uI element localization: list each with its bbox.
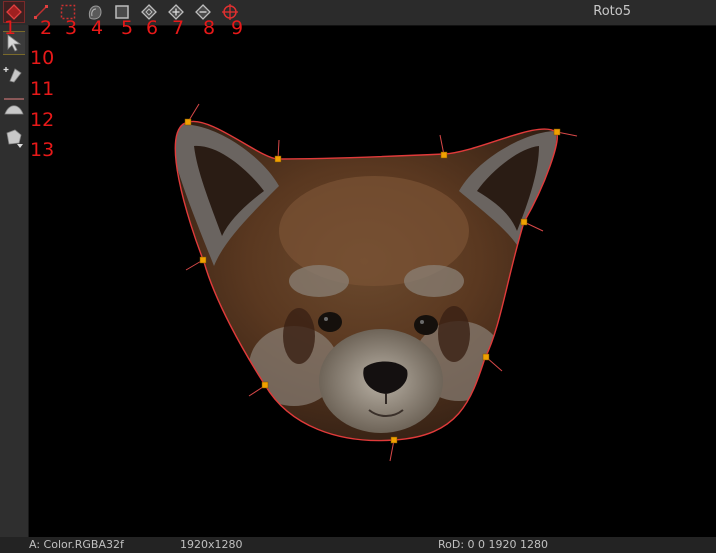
control-point[interactable] — [261, 381, 269, 389]
left-tool-sidebar — [0, 25, 29, 537]
diamond-outline-icon — [141, 4, 157, 20]
diamond-plus-icon — [168, 4, 184, 20]
feather-tool-button[interactable] — [84, 1, 106, 23]
control-point[interactable] — [184, 118, 192, 126]
channel-info: A: Color.RGBA32f — [29, 538, 124, 551]
open-spline-icon — [34, 5, 48, 19]
rectangle-select-tool-button[interactable] — [57, 1, 79, 23]
top-toolbar: Roto5 — [0, 0, 716, 26]
square-icon — [115, 5, 129, 19]
add-point-tool-button[interactable] — [165, 1, 187, 23]
control-point[interactable] — [553, 128, 561, 136]
bezier-curve-icon — [4, 98, 24, 115]
diamond-shape-icon — [6, 4, 22, 20]
dashed-rectangle-icon — [60, 4, 76, 20]
control-point[interactable] — [390, 436, 398, 444]
point-edit-tool-button[interactable] — [3, 63, 25, 85]
shape-dropdown-icon — [6, 129, 23, 148]
open-spline-tool-button[interactable] — [30, 1, 52, 23]
resolution-info: 1920x1280 — [180, 538, 243, 551]
pen-plus-icon — [3, 67, 22, 83]
paint-tool-button[interactable] — [3, 127, 25, 149]
add-shape-tool-button[interactable] — [3, 1, 25, 23]
node-name-label: Roto5 — [593, 4, 631, 19]
control-point[interactable] — [440, 151, 448, 159]
control-point[interactable] — [199, 256, 207, 264]
rod-info: RoD: 0 0 1920 1280 — [438, 538, 549, 551]
diamond-minus-icon — [195, 4, 211, 20]
viewer-canvas[interactable] — [29, 26, 716, 537]
feather-blob-icon — [88, 5, 102, 20]
remove-point-tool-button[interactable] — [192, 1, 214, 23]
control-point[interactable] — [482, 353, 490, 361]
crosshair-target-icon — [222, 4, 238, 20]
target-center-tool-button[interactable] — [219, 1, 241, 23]
bezier-tool-button[interactable] — [3, 95, 25, 117]
control-point[interactable] — [274, 155, 282, 163]
smooth-point-tool-button[interactable] — [138, 1, 160, 23]
arrow-cursor-icon — [7, 34, 22, 52]
roto-viewport — [174, 103, 578, 462]
bbox-tool-button[interactable] — [111, 1, 133, 23]
control-point[interactable] — [520, 218, 528, 226]
status-bar: A: Color.RGBA32f 1920x1280 RoD: 0 0 1920… — [0, 537, 716, 553]
select-tool-button[interactable] — [3, 31, 25, 55]
